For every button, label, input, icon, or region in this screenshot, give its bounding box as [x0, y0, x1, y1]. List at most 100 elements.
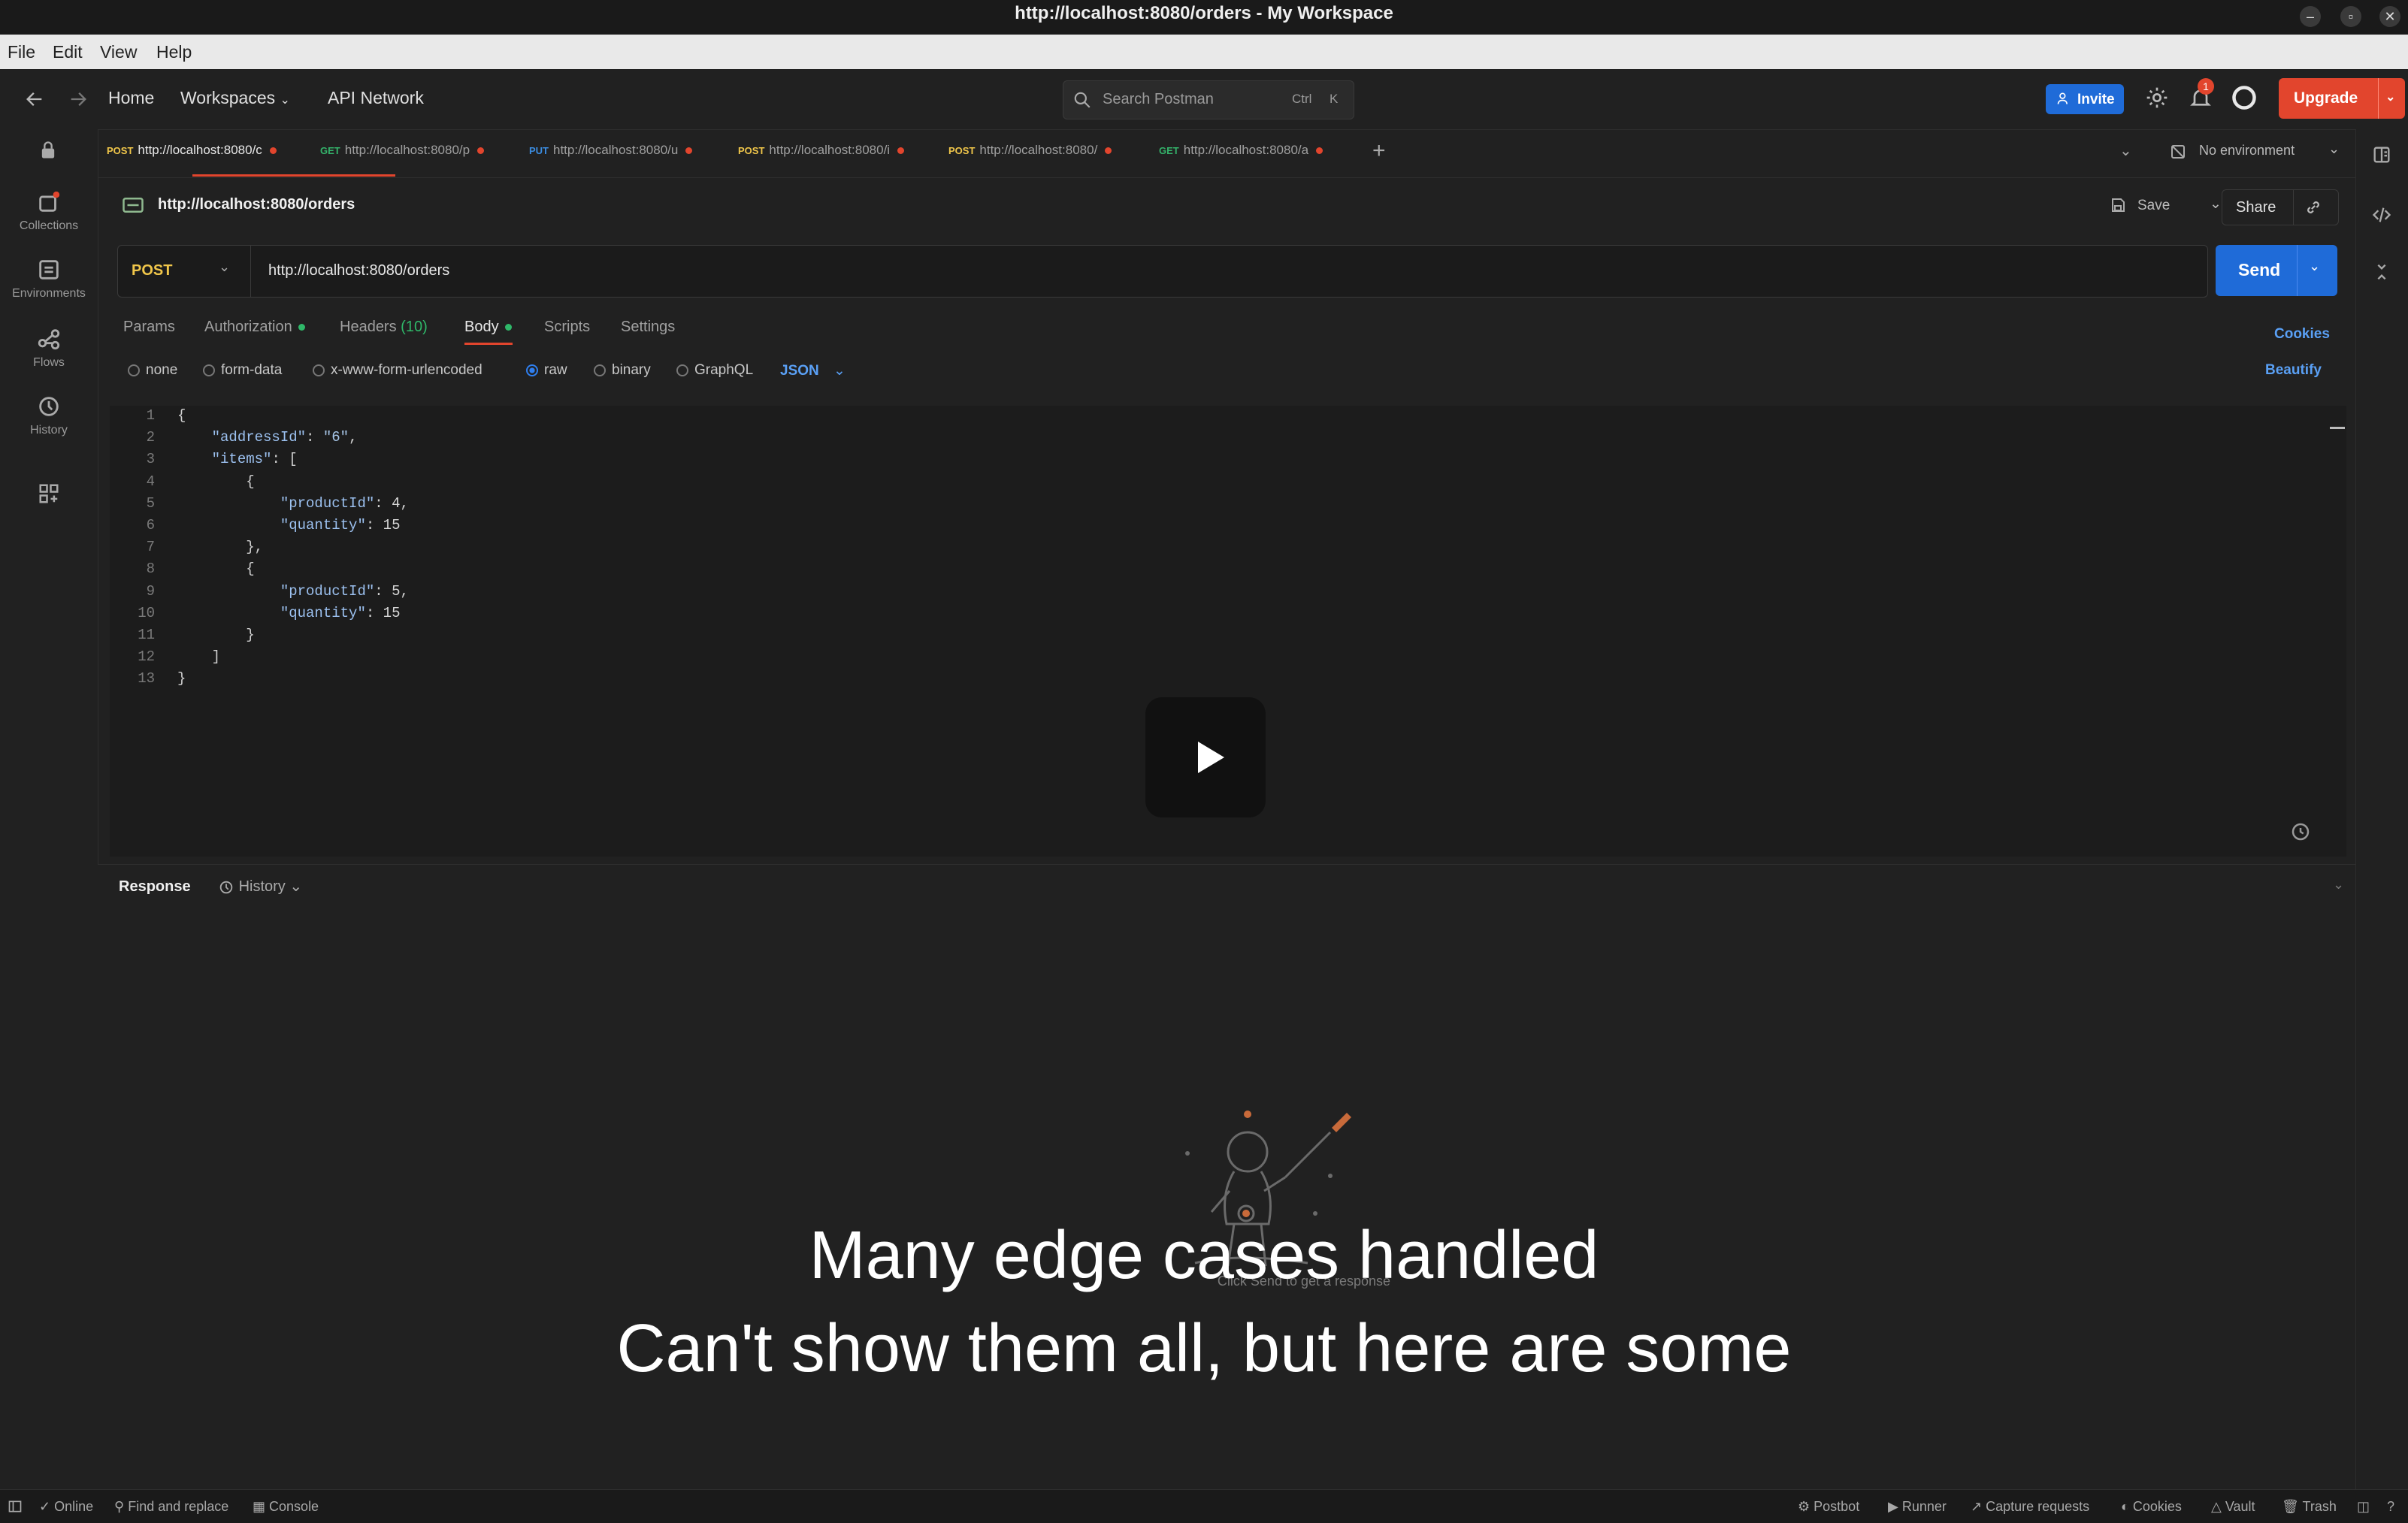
trash-button[interactable]: 🗑 Trash	[2282, 1499, 2337, 1515]
layout-icon[interactable]: ◫	[2357, 1499, 2370, 1515]
settings-gear-icon[interactable]	[2145, 86, 2169, 110]
tab-authorization[interactable]: Authorization	[204, 319, 305, 336]
minimap-marker[interactable]	[2330, 427, 2345, 429]
capture-label: Capture requests	[1986, 1499, 2090, 1514]
postbot-button[interactable]: ⚙ Postbot	[1798, 1499, 1859, 1515]
online-status[interactable]: ✓ Online	[39, 1499, 93, 1515]
related-collections-icon[interactable]	[2371, 261, 2392, 283]
home-link[interactable]: Home	[108, 88, 154, 108]
invite-button[interactable]: Invite	[2046, 84, 2124, 114]
request-tab[interactable]: POST http://localhost:8080/c	[107, 143, 277, 158]
search-icon: ⚲	[114, 1499, 125, 1514]
add-user-icon	[2056, 91, 2071, 110]
chevron-down-icon[interactable]: ⌄	[2309, 258, 2320, 274]
line-number: 9	[146, 583, 155, 600]
back-arrow-icon[interactable]	[24, 89, 45, 110]
vault-button[interactable]: △ Vault	[2211, 1499, 2255, 1515]
line-number: 3	[146, 451, 155, 467]
radio-form-data[interactable]: form-data	[203, 362, 282, 379]
workspaces-dropdown[interactable]: Workspaces ⌄	[180, 88, 290, 108]
line-number: 1	[146, 407, 155, 424]
radio-x-www-form-urlencoded[interactable]: x-www-form-urlencoded	[313, 362, 483, 379]
sync-status-icon[interactable]	[2231, 84, 2258, 111]
link-icon[interactable]	[2304, 198, 2323, 222]
beautify-link[interactable]: Beautify	[2265, 362, 2322, 379]
new-tab-plus-icon[interactable]: +	[1372, 138, 1386, 164]
environment-selector[interactable]: No environment ⌄	[2169, 140, 2346, 167]
tab-params[interactable]: Params	[123, 319, 175, 336]
radio-binary[interactable]: binary	[594, 362, 651, 379]
configure-workbench-icon[interactable]	[38, 482, 60, 505]
method-selector[interactable]: POST ⌄	[118, 246, 251, 297]
response-panel: Response History ⌄ ⌄ Click Send to get a…	[98, 864, 2355, 1490]
close-window-button[interactable]: ✕	[2379, 6, 2400, 27]
chevron-down-icon[interactable]: ⌄	[2385, 89, 2395, 104]
tabs-overflow-chevron-icon[interactable]: ⌄	[2119, 141, 2132, 160]
request-tab[interactable]: POST http://localhost:8080/i	[738, 143, 905, 158]
menu-help[interactable]: Help	[156, 42, 192, 62]
request-tab[interactable]: GET http://localhost:8080/a	[1159, 143, 1323, 158]
find-replace-button[interactable]: ⚲ Find and replace	[114, 1499, 228, 1515]
console-icon: ▦	[253, 1499, 266, 1514]
lock-icon[interactable]	[38, 140, 59, 161]
radio-circle	[676, 364, 688, 376]
request-title[interactable]: http://localhost:8080/orders	[158, 196, 355, 213]
request-tab[interactable]: POST http://localhost:8080/	[948, 143, 1112, 158]
send-button[interactable]: Send ⌄	[2216, 245, 2337, 296]
radio-raw[interactable]: raw	[526, 362, 567, 379]
documentation-icon[interactable]	[2371, 144, 2392, 165]
runner-button[interactable]: ▶ Runner	[1888, 1499, 1947, 1515]
share-button[interactable]: Share	[2222, 189, 2339, 225]
history-label: History	[238, 878, 286, 895]
forward-arrow-icon[interactable]	[68, 89, 89, 110]
save-button[interactable]: Save ⌄	[2109, 191, 2229, 221]
api-network-link[interactable]: API Network	[328, 88, 424, 108]
upgrade-button[interactable]: Upgrade ⌄	[2279, 78, 2405, 119]
toggle-sidebar-icon[interactable]	[8, 1499, 23, 1514]
play-icon	[1187, 736, 1230, 783]
line-number: 11	[138, 627, 155, 643]
format-dropdown[interactable]: JSON ⌄	[780, 362, 846, 379]
menu-view[interactable]: View	[100, 42, 137, 62]
line-number: 12	[138, 648, 155, 665]
upgrade-label: Upgrade	[2294, 89, 2358, 107]
sidebar-item-collections[interactable]: Collections	[0, 189, 98, 233]
video-play-button[interactable]	[1145, 697, 1266, 817]
tab-settings[interactable]: Settings	[621, 319, 675, 336]
console-button[interactable]: ▦ Console	[253, 1499, 319, 1515]
cookies-button[interactable]: ◐ Cookies	[2121, 1499, 2182, 1515]
help-icon[interactable]: ?	[2387, 1499, 2394, 1515]
url-bar: POST ⌄ http://localhost:8080/orders	[117, 245, 2208, 298]
tab-scripts[interactable]: Scripts	[544, 319, 590, 336]
minimize-button[interactable]: –	[2300, 6, 2321, 27]
history-restore-icon[interactable]	[2289, 820, 2312, 843]
menu-file[interactable]: File	[8, 42, 35, 62]
status-dot	[298, 324, 305, 331]
tab-body[interactable]: Body	[464, 319, 512, 336]
url-input[interactable]: http://localhost:8080/orders	[268, 262, 449, 280]
sidebar-item-environments[interactable]: Environments	[0, 257, 98, 301]
request-tab[interactable]: GET http://localhost:8080/p	[320, 143, 485, 158]
radio-graphql[interactable]: GraphQL	[676, 362, 753, 379]
maximize-button[interactable]: ▫	[2340, 6, 2361, 27]
line-number: 8	[146, 561, 155, 577]
radio-circle	[313, 364, 325, 376]
unsaved-dot	[477, 147, 485, 155]
radio-label: raw	[544, 362, 567, 378]
response-history-dropdown[interactable]: History ⌄	[218, 877, 302, 896]
radio-none[interactable]: none	[128, 362, 177, 379]
search-input[interactable]: Search Postman Ctrl K	[1063, 80, 1354, 119]
code-icon[interactable]	[2371, 204, 2392, 225]
tab-url: http://localhost:8080/a	[1183, 143, 1309, 157]
sidebar-item-flows[interactable]: Flows	[0, 326, 98, 370]
menu-edit[interactable]: Edit	[53, 42, 83, 62]
request-tab[interactable]: PUT http://localhost:8080/u	[529, 143, 693, 158]
tab-headers[interactable]: Headers (10)	[340, 319, 428, 336]
collapse-chevron-icon[interactable]: ⌄	[2333, 877, 2344, 893]
line-number: 7	[146, 539, 155, 555]
sidebar-item-history[interactable]: History	[0, 394, 98, 437]
console-label: Console	[269, 1499, 319, 1514]
capture-requests-button[interactable]: ↗ Capture requests	[1971, 1499, 2089, 1515]
radio-label: binary	[612, 362, 651, 378]
cookies-link[interactable]: Cookies	[2274, 326, 2330, 343]
